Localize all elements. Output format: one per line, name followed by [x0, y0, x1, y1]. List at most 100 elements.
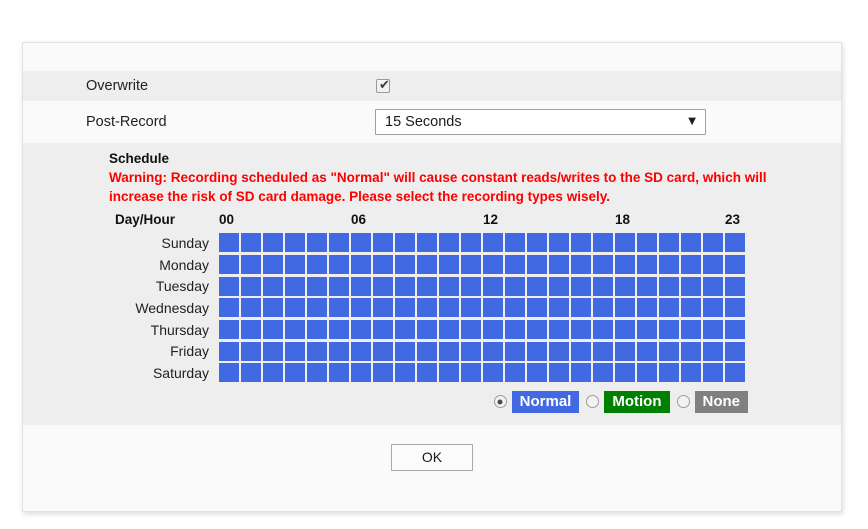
- schedule-cell[interactable]: [571, 341, 591, 361]
- schedule-cell[interactable]: [395, 341, 415, 361]
- schedule-cell[interactable]: [571, 320, 591, 340]
- schedule-cell[interactable]: [241, 233, 261, 253]
- schedule-cell[interactable]: [461, 341, 481, 361]
- schedule-cell[interactable]: [461, 233, 481, 253]
- schedule-cell[interactable]: [417, 363, 437, 383]
- schedule-cell[interactable]: [329, 276, 349, 296]
- schedule-cell[interactable]: [219, 255, 239, 275]
- schedule-cell[interactable]: [549, 320, 569, 340]
- schedule-cell[interactable]: [395, 276, 415, 296]
- schedule-cell[interactable]: [307, 320, 327, 340]
- schedule-cell[interactable]: [417, 276, 437, 296]
- schedule-cell[interactable]: [637, 363, 657, 383]
- schedule-cell[interactable]: [307, 255, 327, 275]
- schedule-cell[interactable]: [593, 276, 613, 296]
- schedule-cell[interactable]: [285, 298, 305, 318]
- schedule-cell[interactable]: [395, 233, 415, 253]
- schedule-cell[interactable]: [461, 276, 481, 296]
- schedule-cell[interactable]: [285, 255, 305, 275]
- overwrite-checkbox[interactable]: ✔: [376, 78, 390, 93]
- schedule-cell[interactable]: [527, 341, 547, 361]
- schedule-cell[interactable]: [307, 363, 327, 383]
- schedule-cell[interactable]: [681, 320, 701, 340]
- schedule-cell[interactable]: [549, 298, 569, 318]
- schedule-cell[interactable]: [703, 320, 723, 340]
- schedule-cell[interactable]: [593, 298, 613, 318]
- schedule-cell[interactable]: [483, 320, 503, 340]
- schedule-cell[interactable]: [659, 341, 679, 361]
- schedule-cell[interactable]: [703, 255, 723, 275]
- radio-normal[interactable]: [493, 395, 507, 409]
- schedule-cell[interactable]: [527, 276, 547, 296]
- schedule-cell[interactable]: [549, 363, 569, 383]
- schedule-cell[interactable]: [439, 255, 459, 275]
- schedule-cell[interactable]: [373, 255, 393, 275]
- schedule-cell[interactable]: [461, 320, 481, 340]
- schedule-cell[interactable]: [681, 276, 701, 296]
- schedule-cell[interactable]: [241, 298, 261, 318]
- schedule-cell[interactable]: [549, 233, 569, 253]
- schedule-cell[interactable]: [637, 298, 657, 318]
- schedule-cell[interactable]: [615, 233, 635, 253]
- schedule-cell[interactable]: [593, 341, 613, 361]
- schedule-cell[interactable]: [285, 276, 305, 296]
- schedule-cell[interactable]: [263, 341, 283, 361]
- schedule-cell[interactable]: [263, 320, 283, 340]
- schedule-cell[interactable]: [263, 233, 283, 253]
- schedule-cell[interactable]: [725, 298, 745, 318]
- schedule-cell[interactable]: [637, 276, 657, 296]
- schedule-cell[interactable]: [417, 255, 437, 275]
- schedule-cell[interactable]: [373, 320, 393, 340]
- schedule-cell[interactable]: [329, 341, 349, 361]
- schedule-cell[interactable]: [395, 298, 415, 318]
- schedule-cell[interactable]: [571, 233, 591, 253]
- legend-item-motion[interactable]: Motion: [579, 390, 670, 413]
- schedule-cell[interactable]: [241, 363, 261, 383]
- schedule-cell[interactable]: [483, 233, 503, 253]
- schedule-cell[interactable]: [395, 255, 415, 275]
- schedule-cell[interactable]: [549, 255, 569, 275]
- schedule-cell[interactable]: [483, 276, 503, 296]
- schedule-cell[interactable]: [527, 320, 547, 340]
- schedule-cell[interactable]: [285, 341, 305, 361]
- schedule-cell[interactable]: [417, 341, 437, 361]
- schedule-cell[interactable]: [219, 341, 239, 361]
- schedule-cell[interactable]: [241, 341, 261, 361]
- schedule-cell[interactable]: [615, 320, 635, 340]
- schedule-cell[interactable]: [417, 320, 437, 340]
- schedule-cell[interactable]: [439, 341, 459, 361]
- schedule-cell[interactable]: [703, 341, 723, 361]
- schedule-cell[interactable]: [615, 363, 635, 383]
- schedule-cell[interactable]: [461, 298, 481, 318]
- schedule-cell[interactable]: [703, 233, 723, 253]
- schedule-cell[interactable]: [637, 320, 657, 340]
- schedule-cell[interactable]: [329, 298, 349, 318]
- schedule-cell[interactable]: [659, 320, 679, 340]
- schedule-cell[interactable]: [593, 363, 613, 383]
- schedule-cell[interactable]: [659, 276, 679, 296]
- schedule-cell[interactable]: [725, 363, 745, 383]
- schedule-cell[interactable]: [285, 320, 305, 340]
- schedule-cell[interactable]: [439, 233, 459, 253]
- schedule-cell[interactable]: [571, 363, 591, 383]
- schedule-cell[interactable]: [527, 255, 547, 275]
- schedule-cell[interactable]: [725, 341, 745, 361]
- schedule-cell[interactable]: [637, 341, 657, 361]
- schedule-cell[interactable]: [263, 276, 283, 296]
- schedule-cell[interactable]: [241, 255, 261, 275]
- schedule-cell[interactable]: [351, 298, 371, 318]
- schedule-cell[interactable]: [351, 255, 371, 275]
- schedule-cell[interactable]: [351, 233, 371, 253]
- schedule-cell[interactable]: [351, 320, 371, 340]
- schedule-cell[interactable]: [549, 276, 569, 296]
- schedule-cell[interactable]: [351, 341, 371, 361]
- schedule-cell[interactable]: [439, 363, 459, 383]
- schedule-cell[interactable]: [241, 276, 261, 296]
- schedule-cell[interactable]: [637, 255, 657, 275]
- schedule-cell[interactable]: [219, 320, 239, 340]
- schedule-cell[interactable]: [659, 298, 679, 318]
- schedule-cell[interactable]: [219, 363, 239, 383]
- schedule-cell[interactable]: [505, 363, 525, 383]
- schedule-cell[interactable]: [483, 363, 503, 383]
- schedule-cell[interactable]: [725, 320, 745, 340]
